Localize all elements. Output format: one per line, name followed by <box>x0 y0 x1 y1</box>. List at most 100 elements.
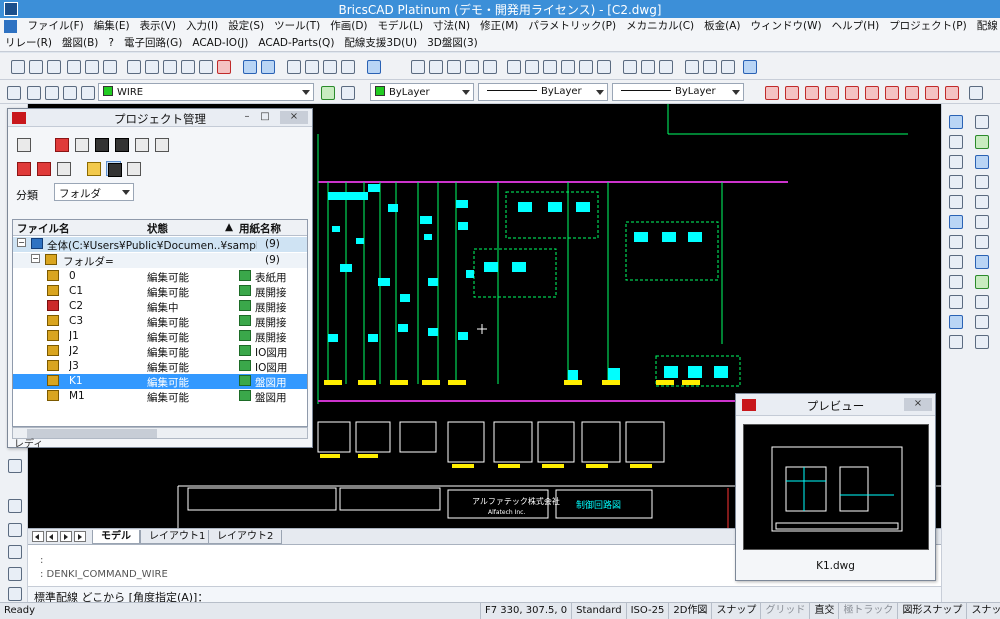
linetype-combo[interactable]: ByLayer <box>478 83 608 101</box>
color-combo[interactable]: ByLayer <box>370 83 474 101</box>
extend-icon[interactable] <box>946 172 964 190</box>
explode-icon[interactable] <box>946 212 964 230</box>
undo-icon[interactable] <box>240 57 258 75</box>
print-icon[interactable] <box>82 57 100 75</box>
prev-tab-button[interactable] <box>46 531 58 542</box>
main-menu-item-12[interactable]: 板金(A) <box>699 18 745 34</box>
mirror-icon[interactable] <box>972 232 990 250</box>
restore-button[interactable]: □ <box>256 111 274 124</box>
main-menu-item-4[interactable]: 設定(S) <box>223 18 269 34</box>
layers-icon[interactable] <box>284 57 302 75</box>
snap-node-icon[interactable] <box>922 83 940 101</box>
stretch-icon[interactable] <box>946 152 964 170</box>
main-menu-item-2[interactable]: 表示(V) <box>135 18 181 34</box>
join-icon[interactable] <box>972 252 990 270</box>
layout-icon[interactable] <box>682 57 700 75</box>
status-cell-4[interactable]: スナップ <box>711 603 760 619</box>
move-icon[interactable] <box>36 161 51 176</box>
rotate-icon[interactable] <box>946 132 964 150</box>
plugin-menu-item-1[interactable]: 盤図(B) <box>57 35 103 51</box>
last-tab-button[interactable] <box>74 531 86 542</box>
save-icon[interactable] <box>44 57 62 75</box>
open-file-icon[interactable] <box>74 137 89 152</box>
status-cell-8[interactable]: 図形スナップ <box>897 603 966 619</box>
tree-folder-row[interactable]: − フォルダ= (9) <box>13 253 307 268</box>
file-row-c2[interactable]: C2 編集中 展開接 <box>13 299 307 314</box>
main-menu-item-3[interactable]: 入力(I) <box>181 18 223 34</box>
cut-icon[interactable] <box>124 57 142 75</box>
tab-layout2[interactable]: レイアウト2 <box>208 530 283 544</box>
main-menu-item-9[interactable]: 修正(M) <box>475 18 523 34</box>
scale-icon[interactable] <box>972 132 990 150</box>
plot-icon[interactable] <box>100 57 118 75</box>
layer-previous-icon[interactable] <box>338 83 356 101</box>
main-menu-item-5[interactable]: ツール(T) <box>269 18 325 34</box>
status-cell-5[interactable]: グリッド <box>760 603 809 619</box>
command-prompt-input[interactable]: 標準配線 どこから [角度指定(A)]： <box>28 586 941 604</box>
status-cell-6[interactable]: 直交 <box>809 603 838 619</box>
wipeout-icon[interactable] <box>946 332 964 350</box>
region-icon[interactable] <box>972 292 990 310</box>
blue-square-icon[interactable] <box>740 57 758 75</box>
snap-quadrant-icon[interactable] <box>902 83 920 101</box>
project-tree-icon[interactable] <box>16 137 31 152</box>
snap-clear-icon[interactable] <box>966 83 984 101</box>
file-row-0[interactable]: 0 編集可能 表紙用 <box>13 269 307 284</box>
printer-icon[interactable] <box>78 83 96 101</box>
lineweight-combo[interactable]: ByLayer <box>612 83 744 101</box>
scrollbar-thumb[interactable] <box>27 429 157 438</box>
zoom-in-icon[interactable] <box>426 57 444 75</box>
snap-intersection-icon[interactable] <box>802 83 820 101</box>
fillet-icon[interactable] <box>972 192 990 210</box>
main-menu-item-6[interactable]: 作画(D) <box>325 18 372 34</box>
next-tab-button[interactable] <box>60 531 72 542</box>
main-menu-item-8[interactable]: 寸法(N) <box>428 18 475 34</box>
classification-combo[interactable]: フォルダ <box>54 183 134 201</box>
preview-header[interactable]: プレビュー × <box>736 394 935 416</box>
preview-toggle-icon[interactable] <box>106 161 122 177</box>
zoom-all-icon[interactable] <box>462 57 480 75</box>
edit-icon[interactable] <box>338 57 356 75</box>
sun-icon[interactable] <box>42 83 60 101</box>
close-button[interactable]: × <box>904 398 932 411</box>
status-cell-9[interactable]: スナップトラ <box>966 603 1000 619</box>
revcloud-icon[interactable] <box>972 312 990 330</box>
tab-layout1[interactable]: レイアウト1 <box>140 530 215 544</box>
file-row-k1[interactable]: K1 編集可能 盤図用 <box>13 374 307 389</box>
zoom-extents-icon[interactable] <box>480 57 498 75</box>
copy-entity-icon[interactable] <box>972 112 990 130</box>
hatch-icon[interactable] <box>946 292 964 310</box>
copy-icon[interactable] <box>142 57 160 75</box>
divide-icon[interactable] <box>946 272 964 290</box>
file-row-j1[interactable]: J1 編集可能 展開接 <box>13 329 307 344</box>
main-menu-item-7[interactable]: モデル(L) <box>373 18 429 34</box>
lock-icon[interactable] <box>60 83 78 101</box>
tree-root-row[interactable]: − 全体(C:¥Users¥Public¥Documen..¥sample) (… <box>13 237 307 252</box>
main-menu-item-14[interactable]: ヘルプ(H) <box>827 18 885 34</box>
plugin-menu-item-0[interactable]: リレー(R) <box>0 35 57 51</box>
page-icon[interactable] <box>700 57 718 75</box>
snap-perpendicular-icon[interactable] <box>842 83 860 101</box>
snap-midpoint-icon[interactable] <box>782 83 800 101</box>
project-manager-header[interactable]: プロジェクト管理 – □ × <box>8 109 312 127</box>
tile-icon[interactable] <box>656 57 674 75</box>
paint-icon[interactable] <box>196 57 214 75</box>
orbit-icon[interactable] <box>522 57 540 75</box>
main-menu-item-10[interactable]: パラメトリック(P) <box>523 18 621 34</box>
ucs-icon[interactable] <box>540 57 558 75</box>
mirror-icon[interactable] <box>5 584 23 602</box>
file-list-scrollbar[interactable] <box>12 427 308 439</box>
tab-model[interactable]: モデル <box>92 530 140 544</box>
file-row-c3[interactable]: C3 編集可能 展開接 <box>13 314 307 329</box>
column-file-name[interactable]: ファイル名 <box>17 221 70 236</box>
main-menu-item-13[interactable]: ウィンドウ(W) <box>746 18 827 34</box>
block-icon[interactable] <box>5 542 23 560</box>
settings-icon[interactable] <box>718 57 736 75</box>
named-views-icon[interactable] <box>576 57 594 75</box>
print-preview-icon[interactable] <box>64 57 82 75</box>
main-menu-item-11[interactable]: メカニカル(C) <box>621 18 699 34</box>
main-menu-item-15[interactable]: プロジェクト(P) <box>884 18 972 34</box>
paste-icon[interactable] <box>5 520 23 538</box>
collapse-icon[interactable]: − <box>17 238 26 247</box>
break-icon[interactable] <box>972 172 990 190</box>
